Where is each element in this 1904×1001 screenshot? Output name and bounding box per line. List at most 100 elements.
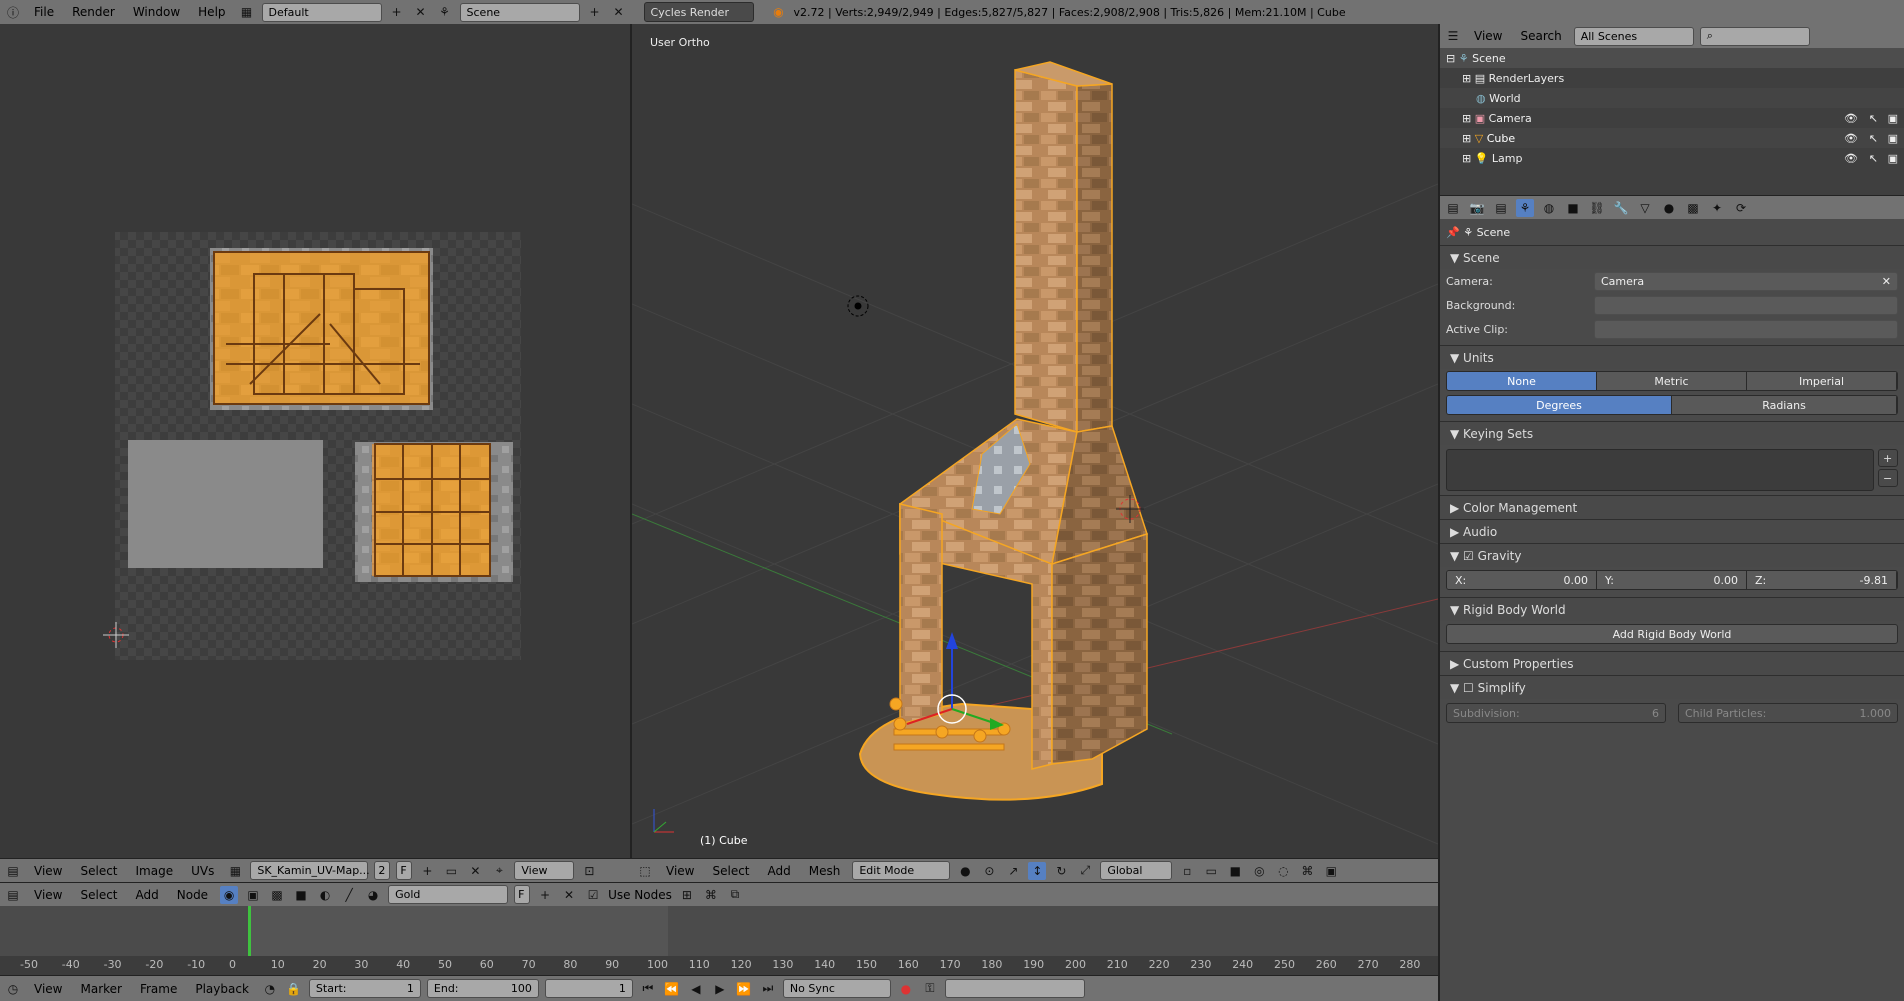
- node-menu-view[interactable]: View: [28, 888, 68, 902]
- add-rigid-body-world-button[interactable]: Add Rigid Body World: [1446, 624, 1898, 644]
- tl-menu-frame[interactable]: Frame: [134, 982, 183, 996]
- collapse-icon[interactable]: ⊟: [1446, 52, 1455, 65]
- shader-nodes-icon[interactable]: ◉: [220, 885, 239, 904]
- units-panel-header[interactable]: ▼ Units: [1440, 345, 1904, 369]
- simplify-checkbox[interactable]: ☐: [1463, 681, 1474, 695]
- child-particles-field[interactable]: Child Particles: 1.000: [1678, 703, 1898, 723]
- remove-keying-set-icon[interactable]: −: [1878, 469, 1898, 487]
- node-snap-icon[interactable]: ⌘: [702, 886, 720, 904]
- unit-degrees-button[interactable]: Degrees: [1447, 396, 1672, 414]
- material-field[interactable]: Gold: [388, 885, 509, 904]
- outliner[interactable]: ⊟ ⚘ Scene ⊞ ▤ RenderLayers ◍ World ⊞ ▣ C…: [1438, 48, 1904, 195]
- outliner-item-camera[interactable]: ⊞ ▣ Camera 👁 ↖ ▣: [1440, 108, 1904, 128]
- shading-icon[interactable]: ●: [956, 862, 974, 880]
- copy-nodes-icon[interactable]: ⧉: [726, 886, 744, 904]
- world-tab-icon[interactable]: ◍: [1540, 199, 1558, 217]
- lock-icon[interactable]: 🔒: [285, 980, 303, 998]
- camera-field[interactable]: Camera ✕: [1594, 271, 1898, 291]
- add-scene-icon[interactable]: +: [586, 3, 604, 21]
- image-fake-user[interactable]: F: [396, 861, 413, 880]
- occlude-icon[interactable]: ◎: [1250, 862, 1268, 880]
- orientation-select[interactable]: Global: [1100, 861, 1173, 880]
- expand-icon[interactable]: ⊞: [1462, 152, 1471, 165]
- remove-scene-icon[interactable]: ✕: [610, 3, 628, 21]
- texture-tab-icon[interactable]: ▩: [1684, 199, 1702, 217]
- select-cursor-icon[interactable]: ↖: [1869, 112, 1878, 125]
- texture-nodes-icon[interactable]: ▩: [268, 886, 286, 904]
- object-shader-icon[interactable]: ■: [292, 886, 310, 904]
- select-cursor-icon[interactable]: ↖: [1869, 152, 1878, 165]
- backdrop-icon[interactable]: ⊞: [678, 886, 696, 904]
- proportional-icon[interactable]: ◌: [1274, 862, 1292, 880]
- outliner-item-world[interactable]: ◍ World: [1440, 88, 1904, 108]
- sync-select[interactable]: No Sync: [782, 979, 891, 998]
- modifiers-tab-icon[interactable]: 🔧: [1612, 199, 1630, 217]
- tl-menu-playback[interactable]: Playback: [189, 982, 255, 996]
- vp-menu-select[interactable]: Select: [706, 864, 755, 878]
- pivot-point-icon[interactable]: ⊙: [980, 862, 998, 880]
- particles-tab-icon[interactable]: ✦: [1708, 199, 1726, 217]
- gravity-checkbox[interactable]: ☑: [1463, 549, 1474, 563]
- unlink-material-icon[interactable]: ✕: [560, 886, 578, 904]
- node-menu-select[interactable]: Select: [74, 888, 123, 902]
- scene-icon[interactable]: ⚘: [436, 3, 454, 21]
- object-tab-icon[interactable]: ■: [1564, 199, 1582, 217]
- node-menu-node[interactable]: Node: [171, 888, 214, 902]
- menu-file[interactable]: File: [28, 5, 60, 19]
- uv-menu-uvs[interactable]: UVs: [185, 864, 220, 878]
- expand-icon[interactable]: ⊞: [1462, 112, 1471, 125]
- translate-icon[interactable]: ↕: [1028, 861, 1047, 880]
- scale-icon[interactable]: ⤢: [1076, 862, 1094, 880]
- render-camera-icon[interactable]: ▣: [1888, 152, 1898, 165]
- uv-menu-image[interactable]: Image: [130, 864, 180, 878]
- 3d-viewport[interactable]: User Ortho (1) Cube: [632, 24, 1438, 858]
- line-style-icon[interactable]: ╱: [340, 886, 358, 904]
- open-image-icon[interactable]: ▭: [442, 862, 460, 880]
- scene-tab-icon[interactable]: ⚘: [1516, 198, 1534, 217]
- rotate-icon[interactable]: ↻: [1052, 862, 1070, 880]
- outliner-search-input[interactable]: ⌕: [1699, 26, 1810, 46]
- gravity-y-field[interactable]: Y: 0.00: [1597, 571, 1747, 589]
- timeline-editor-type-icon[interactable]: ◷: [4, 980, 22, 998]
- next-key-icon[interactable]: ⏩: [735, 980, 753, 998]
- unit-none-button[interactable]: None: [1447, 372, 1597, 390]
- preview-range-icon[interactable]: ◔: [261, 980, 279, 998]
- end-frame-field[interactable]: End: 100: [426, 979, 539, 998]
- render-camera-icon[interactable]: ▣: [1888, 132, 1898, 145]
- play-icon[interactable]: ▶: [711, 980, 729, 998]
- constraints-tab-icon[interactable]: ⛓: [1588, 199, 1606, 217]
- timeline[interactable]: -50 -40 -30 -20 -10 0 10 20 30 40 50 60 70 80 90 100 110…: [0, 906, 1438, 975]
- play-reverse-icon[interactable]: ◀: [687, 980, 705, 998]
- visibility-eye-icon[interactable]: 👁: [1844, 152, 1858, 165]
- vp-menu-add[interactable]: Add: [762, 864, 797, 878]
- close-icon[interactable]: ✕: [412, 3, 430, 21]
- info-editor-icon[interactable]: ⓘ: [4, 3, 22, 21]
- custom-properties-panel-header[interactable]: ▶ Custom Properties: [1440, 651, 1904, 675]
- keying-sets-listbox[interactable]: [1446, 449, 1874, 491]
- render-engine-select[interactable]: Cycles Render: [643, 2, 754, 22]
- expand-icon[interactable]: ⊞: [1462, 132, 1471, 145]
- compositing-nodes-icon[interactable]: ▣: [244, 886, 262, 904]
- gravity-z-field[interactable]: Z: -9.81: [1747, 571, 1897, 589]
- clear-icon[interactable]: ✕: [1882, 275, 1891, 288]
- add-keying-set-icon[interactable]: +: [1878, 449, 1898, 467]
- unit-imperial-button[interactable]: Imperial: [1747, 372, 1897, 390]
- 3d-editor-type-icon[interactable]: ⬚: [636, 862, 654, 880]
- unit-radians-button[interactable]: Radians: [1672, 396, 1897, 414]
- manipulator-icon[interactable]: ↗: [1004, 862, 1022, 880]
- menu-window[interactable]: Window: [127, 5, 186, 19]
- background-field[interactable]: [1594, 295, 1898, 315]
- display-mode-select[interactable]: All Scenes: [1573, 26, 1694, 46]
- screen-layout-icon[interactable]: ▦: [238, 3, 256, 21]
- add-icon[interactable]: +: [388, 3, 406, 21]
- uv-menu-select[interactable]: Select: [74, 864, 123, 878]
- keying-set-field[interactable]: [944, 979, 1085, 998]
- start-frame-field[interactable]: Start: 1: [308, 979, 421, 998]
- simplify-panel-header[interactable]: ▼ ☐ Simplify: [1440, 675, 1904, 699]
- render-tab-icon[interactable]: 📷: [1468, 199, 1486, 217]
- rigid-body-panel-header[interactable]: ▼ Rigid Body World: [1440, 597, 1904, 621]
- image-browse-icon[interactable]: ▦: [226, 862, 244, 880]
- image-name-field[interactable]: SK_Kamin_UV-Map...: [250, 861, 370, 880]
- visibility-eye-icon[interactable]: 👁: [1844, 112, 1858, 125]
- current-frame-field[interactable]: 1: [544, 979, 633, 998]
